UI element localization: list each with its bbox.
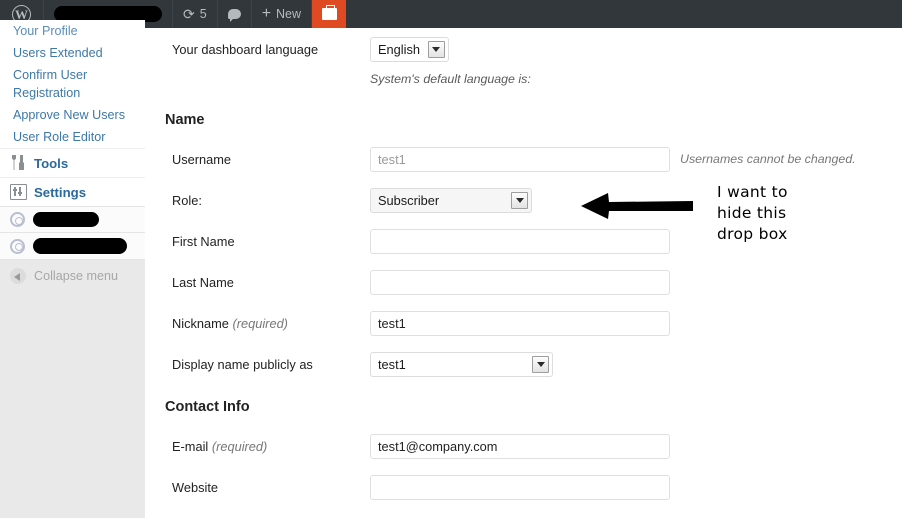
website-input[interactable] [370, 475, 670, 500]
annotation-line-2: hide this [717, 204, 787, 222]
field-role: Subscriber [370, 188, 532, 213]
annotation-line-3: drop box [717, 225, 788, 243]
chevron-down-icon [427, 41, 445, 58]
row-first-name: First Name [147, 229, 902, 254]
field-website [370, 475, 670, 500]
row-language-note: System's default language is: [147, 70, 902, 88]
collapse-menu-button[interactable]: Collapse menu [0, 259, 145, 292]
sidebar-item-tools-label: Tools [34, 155, 69, 171]
chevron-down-icon [532, 356, 549, 373]
updates-count: 5 [199, 7, 207, 21]
label-role: Role: [172, 193, 202, 208]
last-name-input[interactable] [370, 270, 670, 295]
row-role: Role: Subscriber [147, 188, 902, 213]
plus-icon: + [261, 5, 272, 22]
annotation-line-1: I want to [717, 183, 788, 201]
label-nickname-text: Nickname [172, 316, 229, 331]
field-nickname [370, 311, 670, 336]
admin-bar-new-content[interactable]: + New [252, 0, 313, 28]
role-select[interactable]: Subscriber [370, 188, 532, 213]
sidebar-item-confirm-user-registration[interactable]: Confirm User Registration [0, 64, 145, 104]
chevron-down-icon [511, 192, 528, 209]
username-input[interactable] [370, 147, 670, 172]
field-email [370, 434, 670, 459]
label-website: Website [172, 480, 218, 495]
sidebar-item-redacted-2[interactable] [0, 232, 145, 259]
display-name-select[interactable]: test1 [370, 352, 553, 377]
sidebar-item-settings-label: Settings [34, 184, 87, 200]
gear-icon [10, 212, 25, 227]
dashboard-language-select[interactable]: English [370, 37, 449, 62]
section-heading-contact-info: Contact Info [165, 399, 250, 415]
label-display-name: Display name publicly as [172, 357, 313, 372]
language-default-note: System's default language is: [370, 72, 531, 86]
label-nickname-required: (required) [232, 316, 288, 331]
briefcase-icon [321, 5, 337, 20]
field-username: Usernames cannot be changed. [370, 147, 856, 172]
dashboard-language-value: English [378, 42, 420, 57]
admin-bar-comments[interactable] [218, 0, 252, 28]
row-email: E-mail (required) [147, 434, 902, 459]
sidebar-item-users-extended[interactable]: Users Extended [0, 42, 145, 64]
admin-bar-updates[interactable]: ⟳ 5 [173, 0, 218, 28]
sidebar-item-tools[interactable]: Tools [0, 148, 145, 177]
collapse-menu-label: Collapse menu [34, 269, 119, 283]
label-last-name: Last Name [172, 275, 234, 290]
redacted-menu-label [33, 212, 99, 227]
sidebar-item-redacted-1[interactable] [0, 206, 145, 232]
field-first-name [370, 229, 670, 254]
display-name-value: test1 [378, 357, 406, 372]
admin-sidebar: Your Profile Users Extended Confirm User… [0, 20, 145, 518]
collapse-arrow-icon [10, 268, 26, 284]
sidebar-item-your-profile[interactable]: Your Profile [0, 20, 145, 42]
row-username: Username Usernames cannot be changed. [147, 147, 902, 172]
profile-form: Your dashboard language English System's… [147, 28, 902, 500]
field-dashboard-language: English [370, 37, 449, 62]
gear-icon [10, 238, 25, 254]
label-email: E-mail (required) [147, 434, 370, 455]
email-input[interactable] [370, 434, 670, 459]
label-dashboard-language: Your dashboard language [172, 42, 319, 57]
settings-sliders-icon [10, 184, 27, 200]
refresh-icon: ⟳ [183, 6, 195, 22]
row-website: Website [147, 475, 902, 500]
field-language-note: System's default language is: [370, 70, 531, 88]
label-username: Username [172, 152, 232, 167]
tools-icon [10, 155, 27, 171]
redacted-menu-label [33, 238, 127, 254]
screen-root: W ⟳ 5 + New Your Profile Users Extended … [0, 0, 902, 518]
sidebar-item-user-role-editor[interactable]: User Role Editor [0, 126, 145, 148]
section-heading-name: Name [165, 112, 205, 128]
users-submenu: Your Profile Users Extended Confirm User… [0, 20, 145, 148]
row-dashboard-language: Your dashboard language English [147, 37, 902, 62]
admin-bar-toolbox[interactable] [312, 0, 347, 28]
annotation-text: I want to hide this drop box [717, 182, 788, 245]
admin-bar-new-label: New [276, 7, 302, 21]
label-email-text: E-mail [172, 439, 209, 454]
field-display-name: test1 [370, 352, 553, 377]
field-last-name [370, 270, 670, 295]
label-language-note-spacer [147, 70, 370, 75]
sidebar-item-approve-new-users[interactable]: Approve New Users [0, 104, 145, 126]
label-nickname: Nickname (required) [147, 311, 370, 332]
row-display-name: Display name publicly as test1 [147, 352, 902, 377]
left-arrow-annotation [581, 193, 693, 219]
row-nickname: Nickname (required) [147, 311, 902, 336]
role-value: Subscriber [378, 193, 440, 208]
label-first-name: First Name [172, 234, 235, 249]
label-email-required: (required) [211, 439, 268, 454]
comment-bubble-icon [227, 9, 241, 22]
first-name-input[interactable] [370, 229, 670, 254]
nickname-input[interactable] [370, 311, 670, 336]
row-last-name: Last Name [147, 270, 902, 295]
sidebar-item-settings[interactable]: Settings [0, 177, 145, 206]
username-hint: Usernames cannot be changed. [680, 152, 856, 166]
